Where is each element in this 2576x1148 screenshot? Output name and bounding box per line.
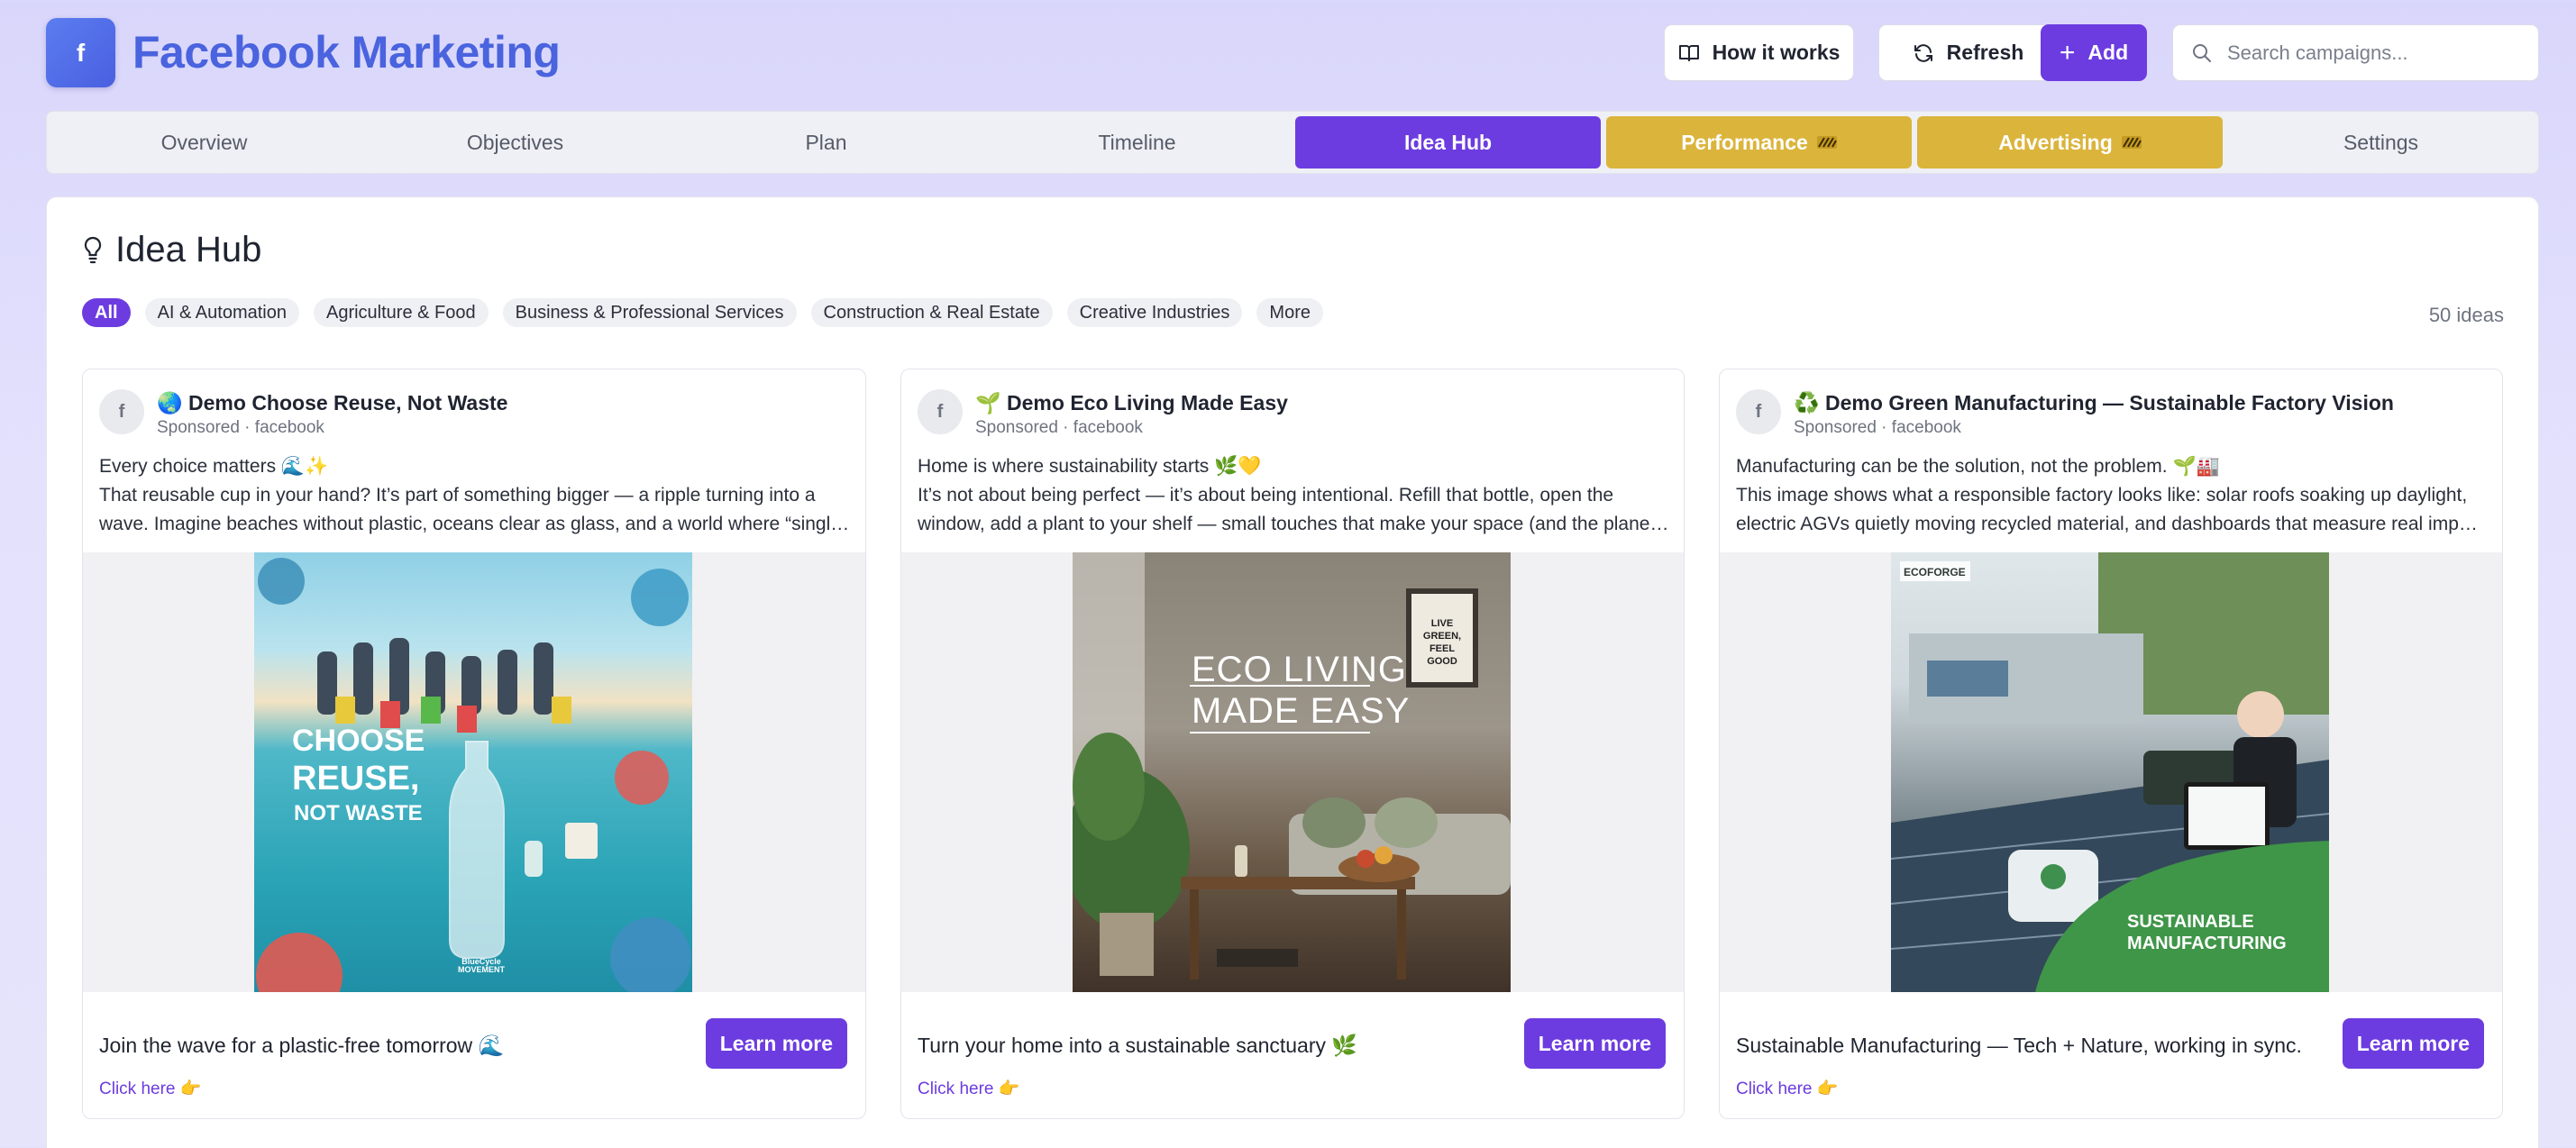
how-it-works-label: How it works xyxy=(1712,41,1841,64)
app-title: Facebook Marketing xyxy=(132,27,561,77)
ad-headline-1: CHOOSE xyxy=(292,724,425,758)
card-media: ECO LIVING MADE EASY LIVE GREEN, FEEL GO… xyxy=(901,552,1684,992)
idea-card: f ♻️ Demo Green Manufacturing — Sustaina… xyxy=(1719,369,2503,1119)
facebook-logo-icon: f xyxy=(46,18,115,87)
card-title: 🌏 Demo Choose Reuse, Not Waste xyxy=(157,391,508,415)
refresh-button[interactable]: Refresh xyxy=(1878,24,2058,81)
refresh-icon xyxy=(1914,43,1932,62)
striped-badge-icon xyxy=(2121,136,2142,149)
tab-label: Idea Hub xyxy=(1403,130,1493,154)
card-body: Every choice matters 🌊✨ That reusable cu… xyxy=(99,452,851,539)
tab-label: Overview xyxy=(160,130,248,154)
card-body: Home is where sustainability starts 🌿💛 I… xyxy=(918,452,1669,539)
card-body: Manufacturing can be the solution, not t… xyxy=(1736,452,2488,539)
tab-idea-hub[interactable]: Idea Hub xyxy=(1295,116,1601,169)
card-media: CHOOSE REUSE, NOT WASTE BlueCycle MOVEME… xyxy=(83,552,865,992)
body-line: That reusable cup in your hand? It’s par… xyxy=(99,485,816,506)
card-sponsor: Sponsored · facebook xyxy=(975,418,1143,437)
ad-image: ECOFORGE SUSTAINABLE MANUFACTURING xyxy=(1891,552,2329,992)
ad-headline-2: MANUFACTURING xyxy=(2127,934,2287,953)
chip-ai-automation[interactable]: AI & Automation xyxy=(144,298,299,327)
tab-label: Performance xyxy=(1681,130,1808,154)
tab-label: Settings xyxy=(2343,130,2419,154)
idea-card: f 🌱 Demo Eco Living Made Easy Sponsored … xyxy=(900,369,1685,1119)
add-label: Add xyxy=(2087,41,2129,64)
ad-headline-2: MADE EASY xyxy=(1192,691,1411,731)
ad-poster-text: LIVE GREEN, FEEL GOOD xyxy=(1422,618,1462,667)
chip-creative-industries[interactable]: Creative Industries xyxy=(1066,298,1243,327)
cta-text: Turn your home into a sustainable sanctu… xyxy=(918,1034,1358,1057)
cta-text: Join the wave for a plastic-free tomorro… xyxy=(99,1034,505,1057)
tab-label: Timeline xyxy=(1098,130,1176,154)
ad-headline-2: REUSE, xyxy=(292,760,420,797)
facebook-avatar-icon: f xyxy=(918,389,963,434)
main-tabs: Overview Objectives Plan Timeline Idea H… xyxy=(46,111,2539,174)
chip-more[interactable]: More xyxy=(1256,298,1323,327)
lightbulb-icon xyxy=(84,236,102,263)
card-title: 🌱 Demo Eco Living Made Easy xyxy=(975,391,1288,415)
tab-advertising[interactable]: Advertising xyxy=(1917,116,2223,169)
logo-glyph: f xyxy=(76,38,86,67)
card-sponsor: Sponsored · facebook xyxy=(1794,418,1961,437)
search-input[interactable] xyxy=(2227,41,2516,65)
how-it-works-button[interactable]: How it works xyxy=(1664,24,1854,81)
panel-header: Idea Hub xyxy=(83,230,261,270)
idea-hub-panel: Idea Hub All AI & Automation Agriculture… xyxy=(46,196,2539,1148)
tab-plan[interactable]: Plan xyxy=(673,116,979,169)
ad-image: CHOOSE REUSE, NOT WASTE BlueCycle MOVEME… xyxy=(254,552,692,992)
ad-brand: BlueCycle MOVEMENT xyxy=(457,957,505,974)
tab-settings[interactable]: Settings xyxy=(2228,116,2534,169)
ad-image: ECO LIVING MADE EASY LIVE GREEN, FEEL GO… xyxy=(1073,552,1511,992)
tab-performance[interactable]: Performance xyxy=(1606,116,1912,169)
card-title: ♻️ Demo Green Manufacturing — Sustainabl… xyxy=(1794,391,2394,415)
card-sponsor: Sponsored · facebook xyxy=(157,418,324,437)
search-icon xyxy=(2193,43,2211,62)
body-line: It’s not about being perfect — it’s abou… xyxy=(918,485,1614,506)
body-line: Manufacturing can be the solution, not t… xyxy=(1736,456,2220,477)
book-icon xyxy=(1678,44,1699,61)
category-filter: All AI & Automation Agriculture & Food B… xyxy=(82,298,1323,327)
click-here-link[interactable]: Click here 👉 xyxy=(918,1078,1019,1099)
striped-badge-icon xyxy=(1816,136,1837,149)
ad-illustration xyxy=(1891,552,2329,992)
ideas-count: 50 ideas xyxy=(2428,304,2504,326)
click-here-link[interactable]: Click here 👉 xyxy=(1736,1078,1838,1099)
chip-agriculture-food[interactable]: Agriculture & Food xyxy=(313,298,489,327)
body-line: This image shows what a responsible fact… xyxy=(1736,485,2468,506)
body-line: Every choice matters 🌊✨ xyxy=(99,456,329,477)
tab-label: Plan xyxy=(805,130,847,154)
tab-timeline[interactable]: Timeline xyxy=(984,116,1290,169)
add-button[interactable]: + Add xyxy=(2041,24,2147,81)
cta-text: Sustainable Manufacturing — Tech + Natur… xyxy=(1736,1034,2302,1057)
ad-brand: ECOFORGE xyxy=(1904,566,1966,579)
click-here-link[interactable]: Click here 👉 xyxy=(99,1078,201,1099)
plus-icon: + xyxy=(2059,37,2076,68)
body-line: Home is where sustainability starts 🌿💛 xyxy=(918,456,1262,477)
app-header: f Facebook Marketing How it works Refres… xyxy=(46,18,2539,88)
body-line: electric AGVs quietly moving recycled ma… xyxy=(1736,514,2488,534)
ad-headline-1: SUSTAINABLE xyxy=(2127,912,2254,932)
idea-card: f 🌏 Demo Choose Reuse, Not Waste Sponsor… xyxy=(82,369,866,1119)
learn-more-button[interactable]: Learn more xyxy=(705,1018,847,1069)
refresh-label: Refresh xyxy=(1946,41,2024,64)
card-media: ECOFORGE SUSTAINABLE MANUFACTURING xyxy=(1720,552,2502,992)
ad-headline-3: NOT WASTE xyxy=(294,801,423,825)
chip-business-services[interactable]: Business & Professional Services xyxy=(502,298,797,327)
tab-label: Objectives xyxy=(466,130,564,154)
tab-label: Advertising xyxy=(1998,130,2113,154)
search-box xyxy=(2172,24,2539,81)
tab-overview[interactable]: Overview xyxy=(51,116,357,169)
body-line: wave. Imagine beaches without plastic, o… xyxy=(99,514,851,534)
page-title: Idea Hub xyxy=(115,230,262,269)
tab-objectives[interactable]: Objectives xyxy=(362,116,668,169)
chip-construction-real-estate[interactable]: Construction & Real Estate xyxy=(810,298,1053,327)
facebook-avatar-icon: f xyxy=(1736,389,1781,434)
chip-all[interactable]: All xyxy=(82,298,131,327)
ad-headline-1: ECO LIVING xyxy=(1192,650,1407,689)
facebook-avatar-icon: f xyxy=(99,389,144,434)
learn-more-button[interactable]: Learn more xyxy=(2342,1018,2484,1069)
learn-more-button[interactable]: Learn more xyxy=(1523,1018,1666,1069)
body-line: window, add a plant to your shelf — smal… xyxy=(918,514,1669,534)
